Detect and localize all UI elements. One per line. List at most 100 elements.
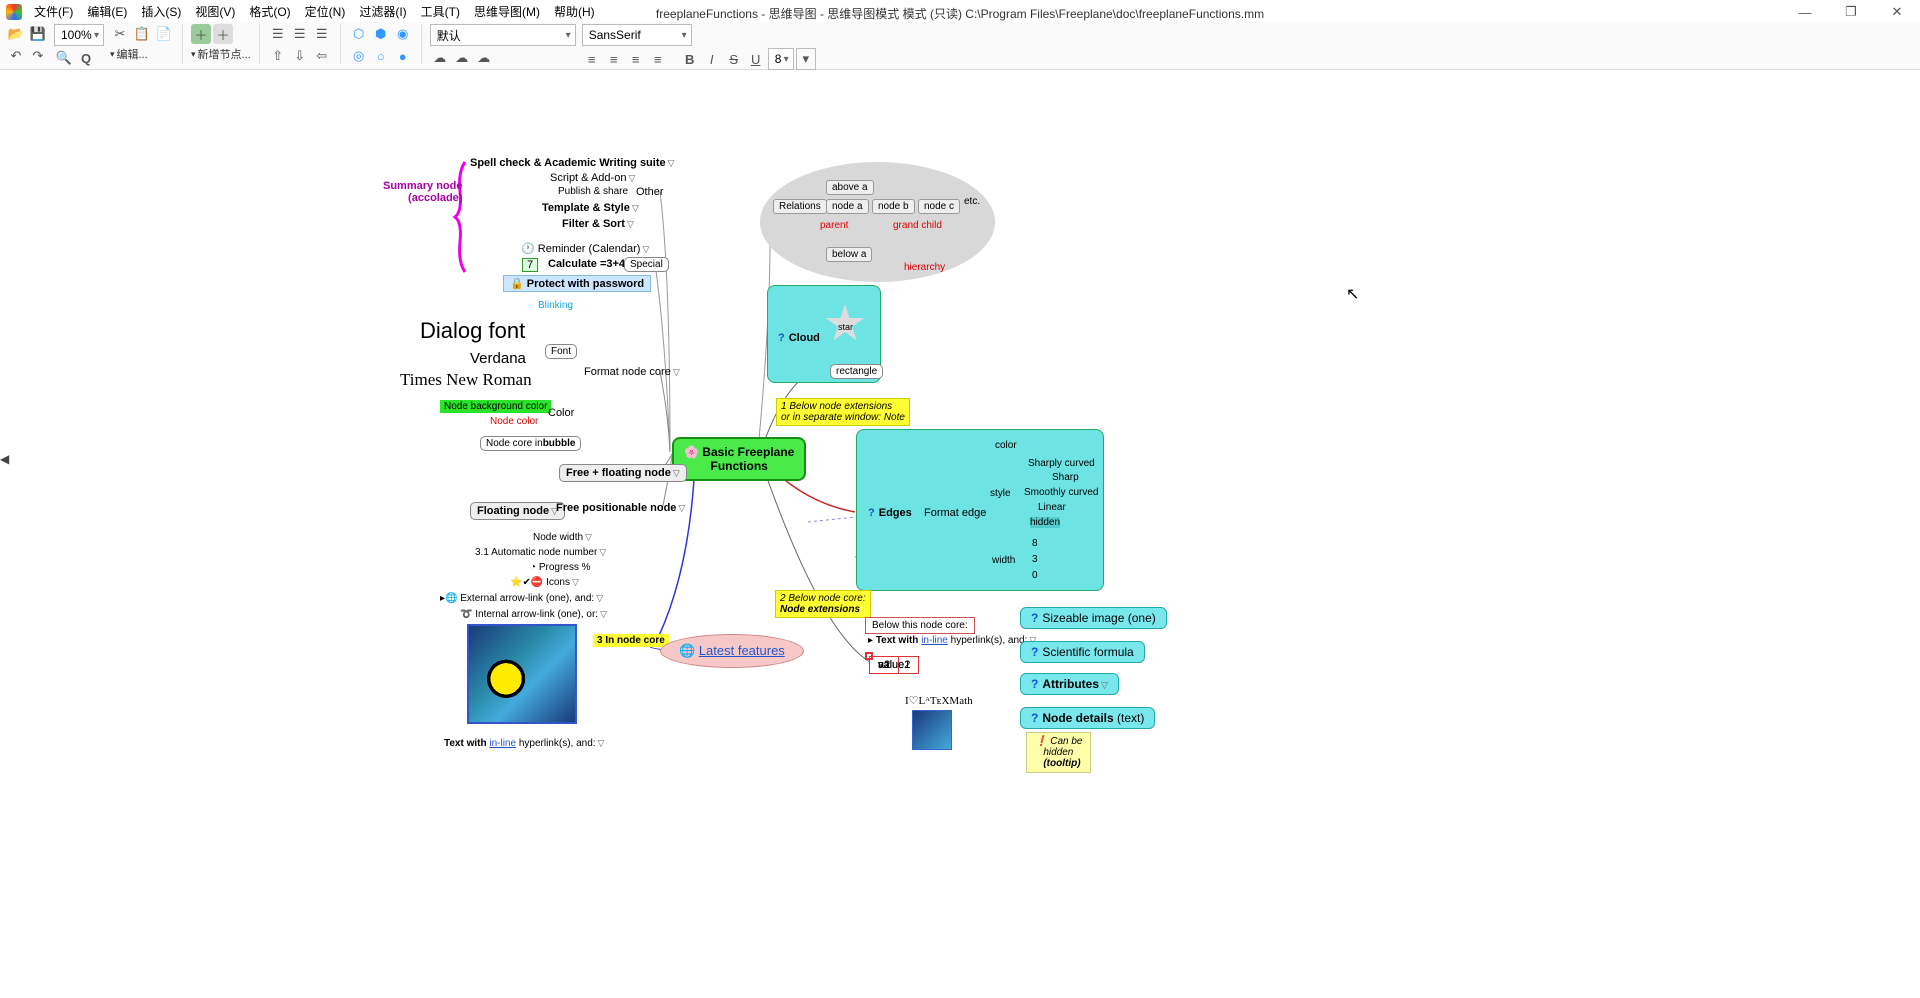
node-width[interactable]: Node width▽ bbox=[533, 532, 592, 543]
edge-w3[interactable]: 3 bbox=[1032, 554, 1038, 565]
summary-node-label[interactable]: Summary node(accolade) bbox=[383, 180, 462, 204]
edge-w8[interactable]: 8 bbox=[1032, 538, 1038, 549]
undo-icon[interactable]: ↶ bbox=[6, 46, 26, 66]
node-relations[interactable]: Relations bbox=[773, 199, 827, 214]
outline3-icon[interactable]: ☰ bbox=[312, 24, 332, 44]
menu-insert[interactable]: 插入(S) bbox=[135, 1, 187, 22]
node-floating[interactable]: Floating node▽ bbox=[470, 502, 565, 520]
mindmap-canvas[interactable]: 🌸 Basic Freeplane Functions Summary node… bbox=[0, 72, 1920, 998]
align-just-icon[interactable]: ≡ bbox=[648, 49, 668, 69]
struct5-icon[interactable]: ○ bbox=[371, 46, 391, 66]
node-formatedge[interactable]: Format edge bbox=[924, 507, 986, 519]
node-verdana[interactable]: Verdana bbox=[470, 350, 526, 367]
node-freepos[interactable]: Free positionable node▽ bbox=[556, 502, 685, 514]
font-combo[interactable]: SansSerif bbox=[582, 24, 692, 46]
strike-icon[interactable]: S bbox=[724, 49, 744, 69]
node-template[interactable]: Template & Style▽ bbox=[542, 202, 639, 214]
rel-nodea[interactable]: node a bbox=[826, 199, 869, 214]
redo-icon[interactable]: ↷ bbox=[28, 46, 48, 66]
menu-edit[interactable]: 编辑(E) bbox=[81, 1, 133, 22]
node-filter[interactable]: Filter & Sort▽ bbox=[562, 218, 634, 230]
moveleft-icon[interactable]: ⇦ bbox=[312, 46, 332, 66]
movedown-icon[interactable]: ⇩ bbox=[290, 46, 310, 66]
copy-icon[interactable]: 📋 bbox=[132, 24, 152, 44]
node-spellcheck[interactable]: Spell check & Academic Writing suite▽ bbox=[470, 157, 675, 169]
fontsize-combo[interactable]: 8 bbox=[768, 48, 794, 70]
rel-below[interactable]: below a bbox=[826, 247, 872, 262]
menu-navigate[interactable]: 定位(N) bbox=[299, 1, 352, 22]
menu-file[interactable]: 文件(F) bbox=[28, 1, 79, 22]
menu-mindmap[interactable]: 思维导图(M) bbox=[468, 1, 546, 22]
menu-view[interactable]: 视图(V) bbox=[189, 1, 241, 22]
cloud-icon[interactable]: ☁ bbox=[430, 48, 450, 68]
fontsize-dropdown-icon[interactable]: ▾ bbox=[796, 48, 816, 70]
node-innode[interactable]: 3 In node core bbox=[593, 634, 669, 647]
node-icons[interactable]: ⭐✔⛔ Icons▽ bbox=[510, 577, 579, 588]
node-intarrow[interactable]: ➰ Internal arrow-link (one), or:▽ bbox=[460, 609, 607, 620]
node-progress[interactable]: ◔ Progress % bbox=[530, 562, 591, 573]
node-text-inline2[interactable]: ▸ Text with in-line hyperlink(s), and:▽ bbox=[868, 635, 1036, 646]
node-details[interactable]: Node details (text) bbox=[1020, 707, 1155, 729]
outline-icon[interactable]: ☰ bbox=[268, 24, 288, 44]
outline2-icon[interactable]: ☰ bbox=[290, 24, 310, 44]
node-font[interactable]: Font bbox=[545, 344, 577, 359]
node-attributes[interactable]: Attributes▽ bbox=[1020, 673, 1119, 695]
note-below-extensions[interactable]: 1 Below node extensionsor in separate wi… bbox=[776, 398, 910, 426]
node-freefloat[interactable]: Free + floating node▽ bbox=[559, 464, 687, 482]
node-color[interactable]: Node color bbox=[490, 416, 538, 427]
rel-above[interactable]: above a bbox=[826, 180, 874, 195]
node-bgcolor[interactable]: Node background color bbox=[440, 400, 551, 413]
node-times[interactable]: Times New Roman bbox=[400, 370, 532, 390]
node-latest-features[interactable]: 🌐 Latest features bbox=[660, 634, 804, 668]
node-autonum[interactable]: 3.1 Automatic node number▽ bbox=[475, 547, 606, 558]
align-center-icon[interactable]: ≡ bbox=[604, 49, 624, 69]
menu-format[interactable]: 格式(O) bbox=[243, 1, 296, 22]
menu-tools[interactable]: 工具(T) bbox=[415, 1, 466, 22]
edge-color[interactable]: color bbox=[995, 440, 1017, 451]
node-reminder[interactable]: 🕐 Reminder (Calendar)▽ bbox=[521, 242, 649, 255]
search-replace-icon[interactable]: Q bbox=[76, 48, 96, 68]
rel-nodeb[interactable]: node b bbox=[872, 199, 915, 214]
node-script[interactable]: Script & Add-on▽ bbox=[550, 172, 635, 184]
menu-help[interactable]: 帮助(H) bbox=[548, 1, 601, 22]
toolbar-newnode-dropdown[interactable]: 新增节点... bbox=[191, 46, 251, 62]
edge-linear[interactable]: Linear bbox=[1038, 502, 1066, 513]
node-other[interactable]: Other bbox=[636, 186, 664, 198]
edge-width-label[interactable]: width bbox=[992, 555, 1015, 566]
moveup-icon[interactable]: ⇧ bbox=[268, 46, 288, 66]
rel-nodec[interactable]: node c bbox=[918, 199, 960, 214]
cloud2-icon[interactable]: ☁ bbox=[452, 48, 472, 68]
bold-icon[interactable]: B bbox=[680, 49, 700, 69]
node-special[interactable]: Special bbox=[624, 257, 669, 272]
node-blinking[interactable]: Blinking bbox=[538, 300, 573, 311]
attributes-table[interactable]: a1value1 a2value2 bbox=[865, 652, 873, 660]
style-combo[interactable]: 默认 bbox=[430, 24, 576, 46]
underline-icon[interactable]: U bbox=[746, 49, 766, 69]
struct4-icon[interactable]: ◎ bbox=[349, 46, 369, 66]
edge-sharply[interactable]: Sharply curved bbox=[1028, 458, 1095, 469]
edge-smoothly[interactable]: Smoothly curved bbox=[1024, 487, 1098, 498]
align-right-icon[interactable]: ≡ bbox=[626, 49, 646, 69]
node-color-label[interactable]: Color bbox=[548, 407, 574, 419]
edge-style[interactable]: style bbox=[990, 488, 1011, 499]
menu-filter[interactable]: 过滤器(I) bbox=[353, 1, 412, 22]
edge-w0[interactable]: 0 bbox=[1032, 570, 1038, 581]
node-dialogfont[interactable]: Dialog font bbox=[420, 318, 525, 344]
close-button[interactable]: ✕ bbox=[1874, 0, 1920, 24]
zoom-combo[interactable]: 100% bbox=[54, 24, 104, 46]
edge-hidden[interactable]: hidden bbox=[1030, 517, 1060, 528]
struct1-icon[interactable]: ⬡ bbox=[349, 24, 369, 44]
struct2-icon[interactable]: ⬢ bbox=[371, 24, 391, 44]
struct3-icon[interactable]: ◉ bbox=[393, 24, 413, 44]
maximize-button[interactable]: ❐ bbox=[1828, 0, 1874, 24]
node-scientific-formula[interactable]: Scientific formula bbox=[1020, 641, 1145, 663]
node-edges[interactable]: Edges bbox=[868, 507, 912, 519]
node-cloud[interactable]: Cloud bbox=[778, 332, 820, 344]
struct6-icon[interactable]: ● bbox=[393, 46, 413, 66]
node-protect[interactable]: 🔒 Protect with password bbox=[503, 275, 651, 292]
italic-icon[interactable]: I bbox=[702, 49, 722, 69]
node-bubble[interactable]: Node core in bubble bbox=[480, 436, 581, 451]
node-formatcore[interactable]: Format node core▽ bbox=[584, 366, 680, 378]
paste-icon[interactable]: 📄 bbox=[154, 24, 174, 44]
save-icon[interactable]: 💾 bbox=[28, 24, 48, 44]
